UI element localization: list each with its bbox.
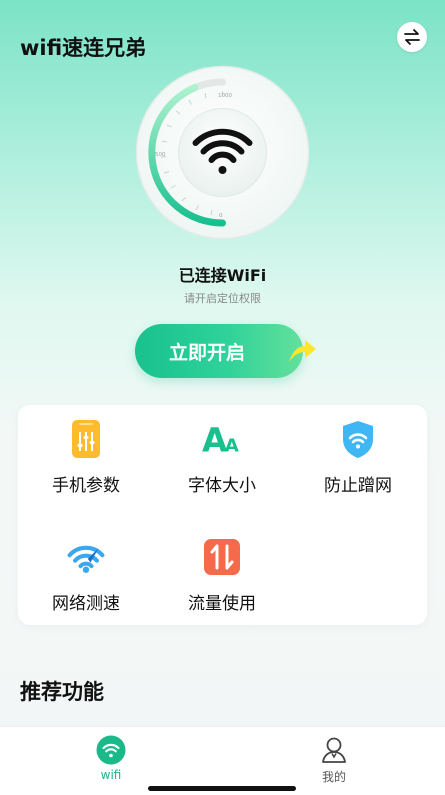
tool-phone-params[interactable]: 手机参数 — [18, 419, 154, 496]
tool-label: 防止蹭网 — [324, 476, 392, 496]
switch-button[interactable] — [397, 22, 427, 52]
phone-settings-icon — [72, 420, 100, 458]
swap-arrows-icon — [404, 29, 420, 45]
profile-icon — [322, 737, 346, 763]
tool-label: 字体大小 — [188, 476, 256, 496]
tab-label: 我的 — [321, 770, 346, 784]
wifi-shield-icon — [343, 421, 373, 458]
recommended-section-title: 推荐功能 — [20, 680, 104, 704]
tab-mine[interactable]: 我的 — [274, 735, 394, 785]
gauge-tick-1000: 1000 — [218, 93, 232, 99]
tool-font-size[interactable]: A A 字体大小 — [154, 419, 290, 496]
tool-label: 网络测速 — [52, 594, 120, 614]
font-size-icon: A A — [202, 422, 239, 459]
traffic-icon — [204, 539, 240, 575]
connection-status: 已连接WiFi — [178, 266, 267, 285]
start-now-label: 立即开启 — [168, 341, 245, 364]
wifi-tab-icon — [96, 735, 126, 765]
tab-label: wifi — [100, 768, 122, 782]
arrow-up-icon — [289, 340, 316, 362]
wifi-gauge: 1000 500 0 — [135, 65, 310, 240]
tool-label: 手机参数 — [52, 476, 120, 496]
tool-speed-test[interactable]: 网络测速 — [18, 537, 154, 614]
svg-text:A: A — [225, 436, 239, 457]
gauge-tick-0: 0 — [219, 213, 223, 219]
tool-label: 流量使用 — [188, 594, 256, 614]
tools-grid: 手机参数 A A 字体大小 防止蹭网 网络测速 流量使用 — [18, 405, 427, 625]
tab-wifi[interactable]: wifi — [51, 735, 171, 782]
start-now-button[interactable]: 立即开启 — [135, 324, 316, 378]
location-permission-hint[interactable]: 请开启定位权限 — [0, 290, 445, 306]
app-title: wifi速连兄弟 — [20, 36, 147, 60]
tool-traffic-usage[interactable]: 流量使用 — [154, 537, 290, 614]
bottom-tab-bar: wifi 我的 — [0, 726, 445, 795]
gauge-tick-500: 500 — [155, 152, 166, 158]
tool-anti-freeload[interactable]: 防止蹭网 — [290, 419, 426, 496]
speed-test-icon — [67, 545, 105, 573]
home-indicator[interactable] — [148, 786, 296, 791]
